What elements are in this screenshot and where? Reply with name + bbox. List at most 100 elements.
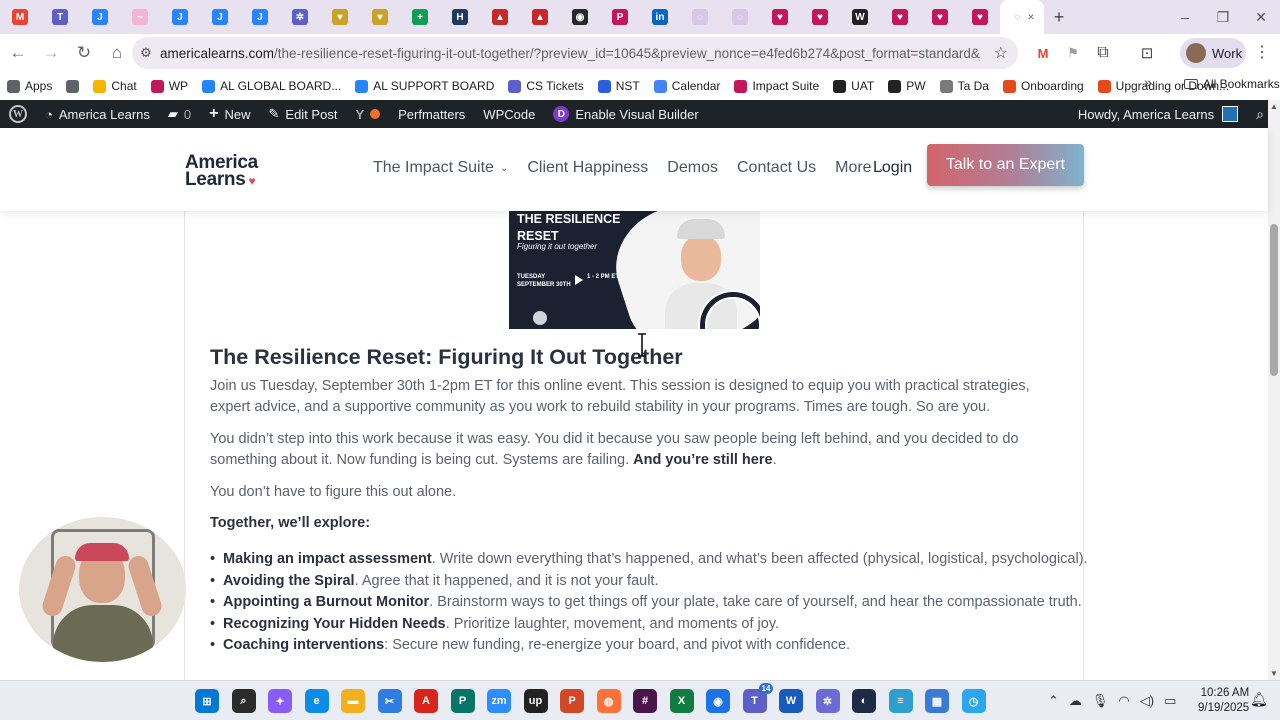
obs-icon[interactable]: ◐ — [852, 689, 876, 713]
extensions-puzzle-icon[interactable]: ⧉ — [1092, 42, 1114, 64]
notification-bell-icon[interactable]: 🔔︎ — [1250, 691, 1268, 708]
scroll-down-icon[interactable]: ▼ — [1270, 669, 1278, 678]
browser-tab[interactable]: ✲ — [280, 0, 320, 34]
more-bookmarks-icon[interactable]: » — [1144, 74, 1152, 90]
browser-tab[interactable]: + — [400, 0, 440, 34]
restore-icon[interactable]: ❐ — [1204, 0, 1242, 34]
firefox-icon[interactable]: ◍ — [596, 689, 621, 713]
bookmark-item[interactable]: Ta Da — [933, 74, 996, 98]
new-tab-button[interactable]: + — [1044, 7, 1074, 28]
bookmark-star-icon[interactable]: ☆ — [994, 43, 1008, 63]
acrobat-icon[interactable]: A — [414, 689, 438, 713]
address-bar[interactable]: ⚙ americalearns.com/the-resilience-reset… — [132, 37, 1018, 69]
bookmark-item[interactable]: Impact Suite — [727, 74, 826, 98]
all-bookmarks-button[interactable]: All Bookmarks — [1184, 77, 1280, 91]
browser-tab[interactable]: ♥ — [760, 0, 800, 34]
browser-tab[interactable]: ▲ — [520, 0, 560, 34]
gear-icon[interactable]: ✲ — [815, 689, 840, 713]
wp-site-name-button[interactable]: ◔ America Learns — [36, 100, 159, 128]
copilot-icon[interactable]: ✦ — [268, 689, 292, 713]
browser-tab[interactable]: P — [600, 0, 640, 34]
microphone-icon[interactable]: 🎙︎ — [1092, 693, 1109, 709]
search-icon[interactable]: ⌕ — [231, 689, 256, 713]
browser-tab[interactable]: T — [40, 0, 80, 34]
talk-to-expert-button[interactable]: Talk to an Expert — [927, 144, 1084, 186]
nav-item[interactable]: Contact Us — [737, 159, 816, 177]
bookmark-item[interactable]: AL GLOBAL BOARD... — [195, 74, 348, 98]
page-scrollbar[interactable]: ▲ ▼ — [1268, 100, 1280, 680]
bookmark-item[interactable]: Chat — [86, 74, 143, 98]
snipping-tool-icon[interactable]: ✂ — [377, 689, 402, 713]
onedrive-icon[interactable]: ☁ — [1069, 693, 1082, 709]
excel-icon[interactable]: X — [669, 689, 694, 713]
home-icon[interactable]: ⌂ — [102, 38, 132, 68]
teams-icon[interactable]: T 14 — [742, 683, 774, 713]
bookmark-item[interactable]: WP — [144, 74, 195, 98]
browser-tab[interactable]: ~ — [120, 0, 160, 34]
visual-builder-button[interactable]: D Enable Visual Builder — [544, 100, 707, 128]
browser-tab[interactable]: ♥ — [320, 0, 360, 34]
slack-icon[interactable]: # — [633, 689, 657, 713]
wp-logo-button[interactable]: W — [0, 100, 36, 128]
wifi-icon[interactable]: ◠ — [1118, 693, 1129, 709]
browser-tab[interactable]: J — [80, 0, 120, 34]
word-icon[interactable]: W — [779, 689, 803, 713]
nav-item[interactable]: The Impact Suite ⌄ — [373, 159, 508, 177]
nav-item[interactable]: Client Happiness — [527, 159, 648, 177]
bookmark-item[interactable]: NST — [591, 74, 647, 98]
browser-tab[interactable]: ♥ — [800, 0, 840, 34]
login-link[interactable]: Login — [873, 159, 912, 177]
close-tab-icon[interactable]: ✕ — [1027, 12, 1035, 23]
wp-new-button[interactable]: + New — [200, 100, 259, 128]
browser-tab-active[interactable]: ◌ ✕ — [1000, 0, 1044, 34]
chrome-icon[interactable]: ◉ — [706, 689, 730, 713]
nav-item[interactable]: Demos — [667, 159, 718, 177]
browser-tab[interactable]: ♥ — [920, 0, 960, 34]
notepad-icon[interactable]: ≡ — [888, 689, 913, 713]
search-icon[interactable]: ⌕ — [1256, 106, 1264, 123]
gmail-extension-icon[interactable]: M — [1032, 42, 1054, 64]
browser-tab[interactable]: ♥ — [880, 0, 920, 34]
file-explorer-icon[interactable]: ▬ — [341, 689, 365, 713]
browser-tab[interactable]: M — [0, 0, 40, 34]
bookmark-item[interactable]: Apps — [0, 74, 59, 98]
upwork-icon[interactable]: up — [523, 689, 548, 713]
close-window-icon[interactable]: ✕ — [1242, 0, 1280, 34]
wpcode-button[interactable]: WPCode — [474, 100, 544, 128]
publisher-icon[interactable]: P — [450, 689, 475, 713]
browser-tab[interactable]: J — [160, 0, 200, 34]
browser-tab[interactable]: in — [640, 0, 680, 34]
yoast-seo-button[interactable]: Y — [346, 100, 389, 128]
browser-tab[interactable]: H — [440, 0, 480, 34]
bookmark-item[interactable]: CS Tickets — [501, 74, 590, 98]
browser-tab[interactable]: W — [840, 0, 880, 34]
bookmark-item[interactable]: UAT — [826, 74, 881, 98]
bookmark-item[interactable]: Onboarding — [996, 74, 1091, 98]
edge-icon[interactable]: e — [304, 689, 329, 713]
perfmatters-button[interactable]: Perfmatters — [389, 100, 474, 128]
wp-account-menu[interactable]: Howdy, America Learns ⌕ — [1078, 100, 1264, 128]
forward-icon[interactable]: → — [36, 38, 66, 68]
tab-search-icon[interactable]: ⊡ — [1136, 42, 1158, 64]
chrome-menu-icon[interactable]: ⋮ — [1254, 42, 1270, 62]
browser-tab[interactable]: ♥ — [360, 0, 400, 34]
browser-tab[interactable]: J — [240, 0, 280, 34]
windows-start-icon[interactable]: ⊞ — [195, 689, 219, 713]
webcam-overlay[interactable] — [19, 517, 186, 662]
america-learns-logo[interactable]: America Learns ♥ — [185, 153, 258, 190]
zoom-icon[interactable]: zm — [487, 689, 511, 713]
wp-comments-button[interactable]: ▰ 0 — [159, 100, 200, 128]
reload-icon[interactable]: ↻ — [69, 38, 99, 68]
show-hidden-icons-icon[interactable]: ⌃ — [1048, 693, 1059, 709]
recorder-icon[interactable]: ◷ — [961, 689, 986, 713]
url-text[interactable]: americalearns.com/the-resilience-reset-f… — [160, 46, 980, 61]
profile-button[interactable]: Work — [1180, 38, 1246, 68]
browser-tab[interactable]: ♥ — [960, 0, 1000, 34]
minimize-icon[interactable]: – — [1166, 0, 1204, 34]
scrollbar-thumb[interactable] — [1270, 224, 1278, 376]
photos-icon[interactable]: ▦ — [925, 689, 949, 713]
taskbar-clock[interactable]: 10:26 AM 9/19/2025 — [1198, 686, 1249, 716]
bookmark-item[interactable] — [59, 74, 86, 98]
wp-edit-post-button[interactable]: ✎ Edit Post — [260, 100, 347, 128]
browser-tab[interactable]: J — [200, 0, 240, 34]
